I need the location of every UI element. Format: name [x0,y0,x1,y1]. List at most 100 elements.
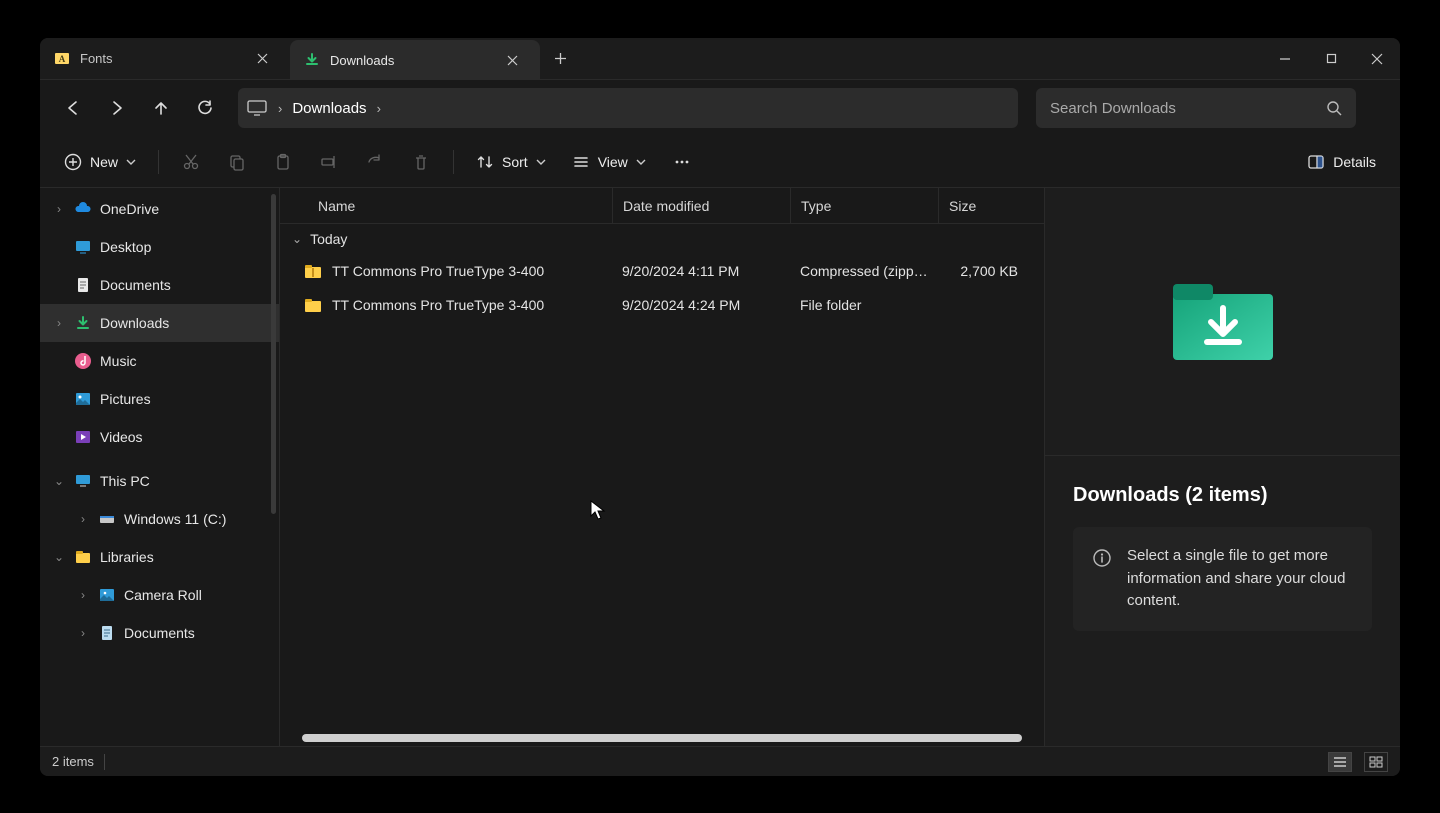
navigation-row: › Downloads › [40,80,1400,136]
plus-circle-icon [64,153,82,171]
sidebar-item-libraries[interactable]: ⌄ Libraries [40,538,279,576]
music-icon [74,352,92,370]
sidebar-item-label: Music [100,353,137,369]
close-button[interactable] [1354,38,1400,79]
rename-icon [320,153,338,171]
more-button[interactable] [662,144,702,180]
view-mode-thumbnails-button[interactable] [1364,752,1388,772]
sidebar-item-documents[interactable]: Documents [40,266,279,304]
file-row[interactable]: TT Commons Pro TrueType 3-400 9/20/2024 … [280,254,1044,288]
titlebar-drag-region[interactable] [580,38,1262,80]
sidebar-item-music[interactable]: Music [40,342,279,380]
titlebar: A Fonts Downloads [40,38,1400,80]
sidebar-item-label: Documents [124,625,195,641]
paste-button[interactable] [263,144,303,180]
sidebar-item-label: Pictures [100,391,151,407]
column-date[interactable]: Date modified [612,188,790,223]
sort-button[interactable]: Sort [466,144,556,180]
sort-label: Sort [502,154,528,170]
sidebar-scrollbar[interactable] [271,194,276,514]
tab-close-button[interactable] [248,45,276,73]
onedrive-icon [74,200,92,218]
cut-button[interactable] [171,144,211,180]
file-rows[interactable]: ⌄ Today TT Commons Pro TrueType 3-400 9/… [280,224,1044,746]
sidebar-item-label: Downloads [100,315,169,331]
sidebar-item-thispc[interactable]: ⌄ This PC [40,462,279,500]
thispc-icon [74,472,92,490]
thispc-icon [246,99,268,117]
expand-chevron[interactable]: › [76,512,90,526]
share-button[interactable] [355,144,395,180]
toolbar-divider [158,150,159,174]
expand-chevron[interactable]: › [52,202,66,216]
copy-button[interactable] [217,144,257,180]
search-box[interactable] [1036,88,1356,128]
details-hint-text: Select a single file to get more informa… [1127,545,1352,613]
forward-button[interactable] [98,89,136,127]
status-divider [104,754,105,770]
column-headers: Name Date modified Type Size [280,188,1044,224]
expand-chevron[interactable]: › [76,626,90,640]
breadcrumb-current[interactable]: Downloads [292,100,366,117]
column-name[interactable]: Name [280,188,612,223]
details-thumbnail [1045,188,1400,456]
cut-icon [182,153,200,171]
sidebar-item-pictures[interactable]: Pictures [40,380,279,418]
maximize-button[interactable] [1308,38,1354,79]
sidebar-item-cameraroll[interactable]: › Camera Roll [40,576,279,614]
expand-chevron[interactable]: ⌄ [52,550,66,564]
file-type: File folder [790,297,938,313]
details-pane-button[interactable]: Details [1297,144,1386,180]
rename-button[interactable] [309,144,349,180]
fonts-icon: A [54,51,70,67]
file-date: 9/20/2024 4:11 PM [612,263,790,279]
desktop-icon [74,238,92,256]
lib-documents-icon [98,624,116,642]
sidebar-item-downloads[interactable]: › Downloads [40,304,279,342]
address-bar[interactable]: › Downloads › [238,88,1018,128]
tab-downloads[interactable]: Downloads [290,40,540,80]
view-mode-details-button[interactable] [1328,752,1352,772]
group-header-today[interactable]: ⌄ Today [280,224,1044,254]
expand-chevron[interactable]: › [76,588,90,602]
search-input[interactable] [1050,100,1326,117]
sidebar-item-onedrive[interactable]: › OneDrive [40,190,279,228]
back-button[interactable] [54,89,92,127]
status-bar: 2 items [40,746,1400,776]
file-row[interactable]: TT Commons Pro TrueType 3-400 9/20/2024 … [280,288,1044,322]
file-date: 9/20/2024 4:24 PM [612,297,790,313]
file-size: 2,700 KB [938,263,1028,279]
sidebar-item-lib-documents[interactable]: › Documents [40,614,279,652]
new-tab-button[interactable] [540,38,580,80]
libraries-icon [74,548,92,566]
expand-chevron[interactable]: ⌄ [52,474,66,488]
details-pane-icon [1307,153,1325,171]
downloads-icon [304,52,320,68]
tab-close-button[interactable] [498,46,526,74]
column-size[interactable]: Size [938,188,1028,223]
delete-button[interactable] [401,144,441,180]
sidebar-item-label: Documents [100,277,171,293]
expand-chevron[interactable]: › [52,316,66,330]
window-controls [1262,38,1400,80]
tab-fonts[interactable]: A Fonts [40,38,290,80]
info-icon [1093,549,1111,567]
minimize-button[interactable] [1262,38,1308,79]
up-button[interactable] [142,89,180,127]
folder-icon [304,297,322,313]
view-label: View [598,154,628,170]
view-button[interactable]: View [562,144,656,180]
sort-icon [476,153,494,171]
sidebar-item-drive-c[interactable]: › Windows 11 (C:) [40,500,279,538]
svg-text:A: A [59,54,66,64]
navigation-pane[interactable]: › OneDrive Desktop Documents › Downloads [40,188,280,746]
file-explorer-window: A Fonts Downloads [40,38,1400,776]
column-type[interactable]: Type [790,188,938,223]
file-name: TT Commons Pro TrueType 3-400 [332,263,544,279]
horizontal-scrollbar[interactable] [302,734,1022,742]
sidebar-item-label: OneDrive [100,201,159,217]
sidebar-item-videos[interactable]: Videos [40,418,279,456]
new-button[interactable]: New [54,144,146,180]
refresh-button[interactable] [186,89,224,127]
sidebar-item-desktop[interactable]: Desktop [40,228,279,266]
